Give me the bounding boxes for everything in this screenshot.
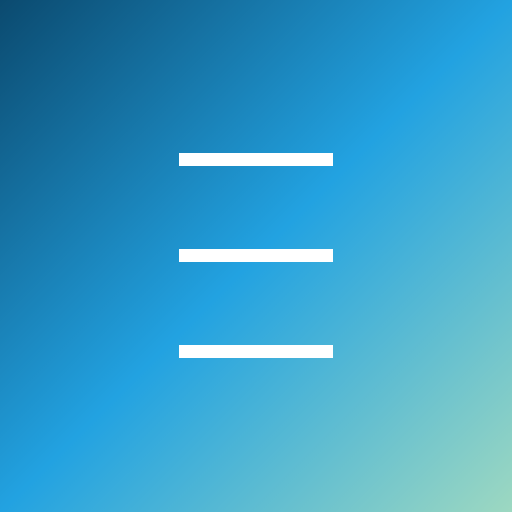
menu-bar-bottom <box>179 345 333 358</box>
app-icon-background <box>0 0 512 512</box>
menu-bar-top <box>179 153 333 166</box>
menu-icon[interactable] <box>179 153 333 359</box>
menu-bar-middle <box>179 249 333 262</box>
